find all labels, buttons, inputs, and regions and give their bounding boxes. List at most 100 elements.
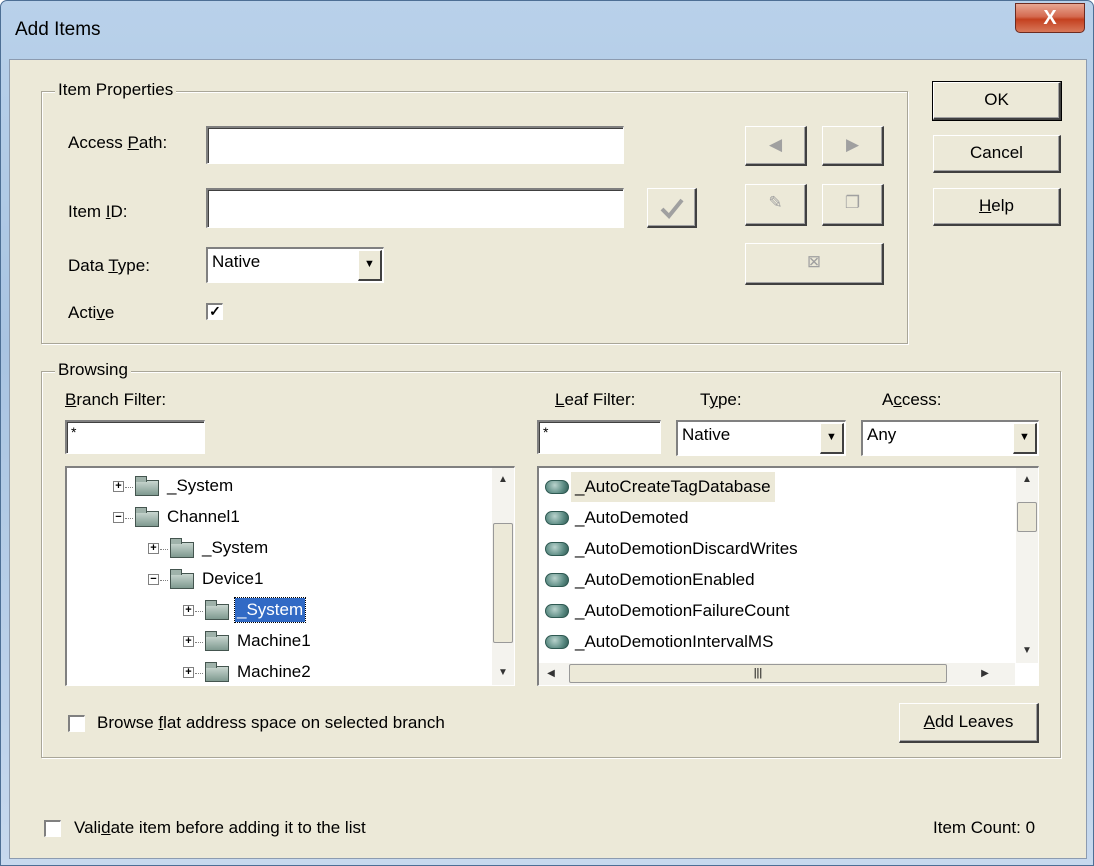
tag-icon <box>545 542 569 556</box>
tag-icon <box>545 511 569 525</box>
scroll-down-icon[interactable]: ▼ <box>1017 641 1037 661</box>
help-button[interactable]: Help <box>933 188 1061 226</box>
item-id-input[interactable] <box>206 188 624 228</box>
leaf-item[interactable]: _AutoDemotionDiscardWrites <box>539 534 1009 564</box>
tree-connector <box>160 549 168 550</box>
item-count: Item Count: 0 <box>933 818 1036 837</box>
data-type-select[interactable]: Native ▼ <box>206 247 384 283</box>
tree-node[interactable]: + _System <box>67 597 487 624</box>
expand-icon[interactable]: + <box>183 605 194 616</box>
title-bar[interactable]: Add Items X <box>1 1 1093 59</box>
folder-icon <box>135 476 159 496</box>
folder-icon <box>205 662 229 682</box>
folder-icon <box>170 569 194 589</box>
leaf-item[interactable]: _AutoCreateTagDatabase <box>539 472 1009 502</box>
browsing-legend: Browsing <box>55 360 131 380</box>
leaf-item[interactable]: _AutoDemotionFailureCount <box>539 596 1009 626</box>
cancel-button[interactable]: Cancel <box>933 135 1061 173</box>
access-filter-select[interactable]: Any ▼ <box>861 420 1039 456</box>
tree-node-label: Device1 <box>202 569 264 588</box>
dropdown-arrow-icon[interactable]: ▼ <box>1013 423 1037 454</box>
tree-node[interactable]: − Device1 <box>67 567 487 593</box>
dialog-client-area: Item Properties Access Path: Item ID: Da… <box>9 59 1087 859</box>
tree-node[interactable]: − Channel1 <box>67 505 487 531</box>
scroll-thumb[interactable] <box>493 523 513 643</box>
collapse-icon[interactable]: − <box>113 512 124 523</box>
new-item-icon: ✎ <box>768 193 783 212</box>
add-leaves-button[interactable]: Add Leaves <box>899 703 1039 743</box>
next-item-button[interactable]: ▶ <box>822 126 884 166</box>
branch-filter-label: Branch Filter: <box>65 390 167 409</box>
dropdown-arrow-icon[interactable]: ▼ <box>820 423 844 454</box>
leaf-item-label: _AutoDemotionDiscardWrites <box>575 539 798 558</box>
active-label: Active <box>68 303 115 322</box>
previous-item-button[interactable]: ◀ <box>745 126 807 166</box>
branch-tree[interactable]: + _System − Channel1 + _System − Device1 + _Syste… <box>65 466 515 686</box>
scroll-down-icon[interactable]: ▼ <box>493 663 513 683</box>
collapse-icon[interactable]: − <box>148 574 159 585</box>
expand-icon[interactable]: + <box>183 667 194 678</box>
tree-node[interactable]: + _System <box>67 536 487 562</box>
browse-flat-label: Browse flat address space on selected br… <box>97 713 445 732</box>
dropdown-arrow-icon[interactable]: ▼ <box>358 250 382 281</box>
leaf-item[interactable]: _AutoDemotionIntervalMS <box>539 627 1009 657</box>
access-path-label: Access Path: <box>68 133 168 152</box>
active-checkbox[interactable]: ✓ <box>206 303 223 320</box>
tree-connector <box>125 518 133 519</box>
scroll-thumb[interactable] <box>1017 502 1037 532</box>
tree-node[interactable]: + _System <box>67 474 487 500</box>
close-icon: X <box>1043 7 1057 29</box>
tree-node-label: _System <box>167 476 234 495</box>
leaf-item-label: _AutoDemotionFailureCount <box>575 601 790 620</box>
browse-flat-checkbox[interactable] <box>68 715 85 732</box>
checkmark-icon <box>660 198 684 219</box>
scroll-up-icon[interactable]: ▲ <box>1017 470 1037 490</box>
item-id-label: Item ID: <box>68 202 128 221</box>
leaf-filter-input[interactable]: * <box>537 420 661 454</box>
validate-item-button[interactable] <box>647 188 697 228</box>
branch-filter-input[interactable]: * <box>65 420 205 454</box>
folder-icon <box>135 507 159 527</box>
leaf-item-label: _AutoDemotionEnabled <box>575 570 755 589</box>
add-items-dialog: Add Items X Item Properties Access Path:… <box>0 0 1094 866</box>
ok-button[interactable]: OK <box>932 81 1062 121</box>
duplicate-icon: ❐ <box>844 193 861 212</box>
scroll-left-icon[interactable]: ◀ <box>541 664 561 684</box>
tree-node-label: Machine2 <box>237 662 311 681</box>
access-filter-value: Any <box>867 425 897 444</box>
scroll-thumb[interactable]: ||| <box>569 664 947 683</box>
duplicate-item-button[interactable]: ❐ <box>822 184 884 226</box>
expand-icon[interactable]: + <box>113 481 124 492</box>
data-type-label: Data Type: <box>68 256 150 275</box>
validate-checkbox[interactable] <box>44 820 61 837</box>
leaf-item[interactable]: _AutoDemoted <box>539 503 1009 533</box>
tree-node[interactable]: + Machine1 <box>67 629 487 655</box>
leaf-item-label: _AutoCreateTagDatabase <box>571 472 775 502</box>
expand-icon[interactable]: + <box>183 636 194 647</box>
tree-vertical-scrollbar[interactable]: ▲ ▼ <box>492 468 514 685</box>
leaf-vertical-scrollbar[interactable]: ▲ ▼ <box>1016 468 1038 663</box>
type-filter-select[interactable]: Native ▼ <box>676 420 846 456</box>
tree-connector <box>160 580 168 581</box>
close-button[interactable]: X <box>1015 3 1085 33</box>
leaf-item[interactable]: _AutoDemotionEnabled <box>539 565 1009 595</box>
new-item-button[interactable]: ✎ <box>745 184 807 226</box>
tree-node[interactable]: + Machine2 <box>67 660 487 685</box>
left-arrow-icon: ◀ <box>768 135 783 154</box>
scroll-up-icon[interactable]: ▲ <box>493 470 513 490</box>
leaf-item-label: _AutoDemoted <box>575 508 689 527</box>
access-filter-label: Access: <box>882 390 942 409</box>
scroll-right-icon[interactable]: ▶ <box>975 664 995 684</box>
expand-icon[interactable]: + <box>148 543 159 554</box>
delete-icon: ⊠ <box>806 252 822 271</box>
right-arrow-icon: ▶ <box>845 135 860 154</box>
type-filter-label: Type: <box>700 390 742 409</box>
delete-item-button[interactable]: ⊠ <box>745 243 884 285</box>
access-path-input[interactable] <box>206 126 624 164</box>
leaf-horizontal-scrollbar[interactable]: ◀ ||| ▶ <box>539 663 1015 685</box>
leaf-list[interactable]: _AutoCreateTagDatabase _AutoDemoted _AutoD… <box>537 466 1039 686</box>
tree-node-label: _System <box>202 538 269 557</box>
leaf-filter-label: Leaf Filter: <box>555 390 636 409</box>
tag-icon <box>545 480 569 494</box>
tag-icon <box>545 604 569 618</box>
